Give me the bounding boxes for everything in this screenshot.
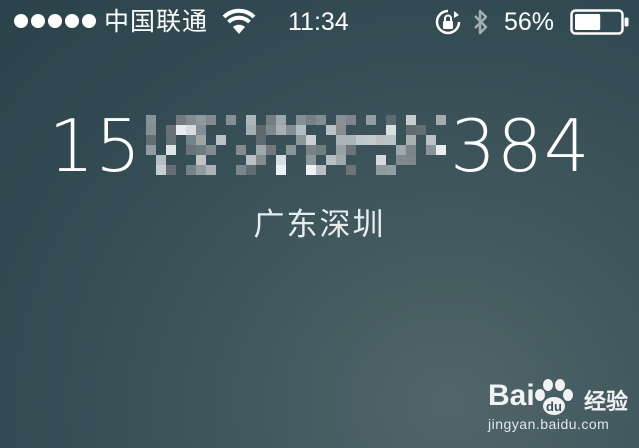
caller-number: 15 384 bbox=[0, 104, 639, 188]
svg-text:du: du bbox=[546, 399, 562, 414]
caller-number-suffix: 384 bbox=[450, 104, 591, 188]
paw-logo-icon: du bbox=[532, 378, 576, 418]
battery-icon bbox=[570, 9, 630, 35]
redacted-digits bbox=[146, 111, 447, 175]
watermark-brand: Bai bbox=[488, 379, 535, 412]
signal-strength-icon bbox=[14, 14, 96, 30]
wifi-icon bbox=[222, 8, 256, 36]
watermark-url: jingyan.baidu.com bbox=[488, 416, 610, 432]
status-time: 11:34 bbox=[288, 8, 349, 36]
bluetooth-icon bbox=[472, 7, 490, 37]
carrier-name: 中国联通 bbox=[104, 7, 209, 36]
caller-number-prefix: 15 bbox=[48, 104, 143, 188]
watermark: Bai du 经验 jingyan.baidu.com bbox=[488, 376, 634, 444]
rotation-lock-icon bbox=[434, 8, 462, 36]
battery-percent: 56% bbox=[504, 8, 555, 36]
caller-location: 广东深圳 bbox=[253, 207, 386, 243]
watermark-brand-suffix: 经验 bbox=[584, 390, 629, 415]
status-bar: 中国联通 11:34 56% bbox=[0, 0, 639, 44]
